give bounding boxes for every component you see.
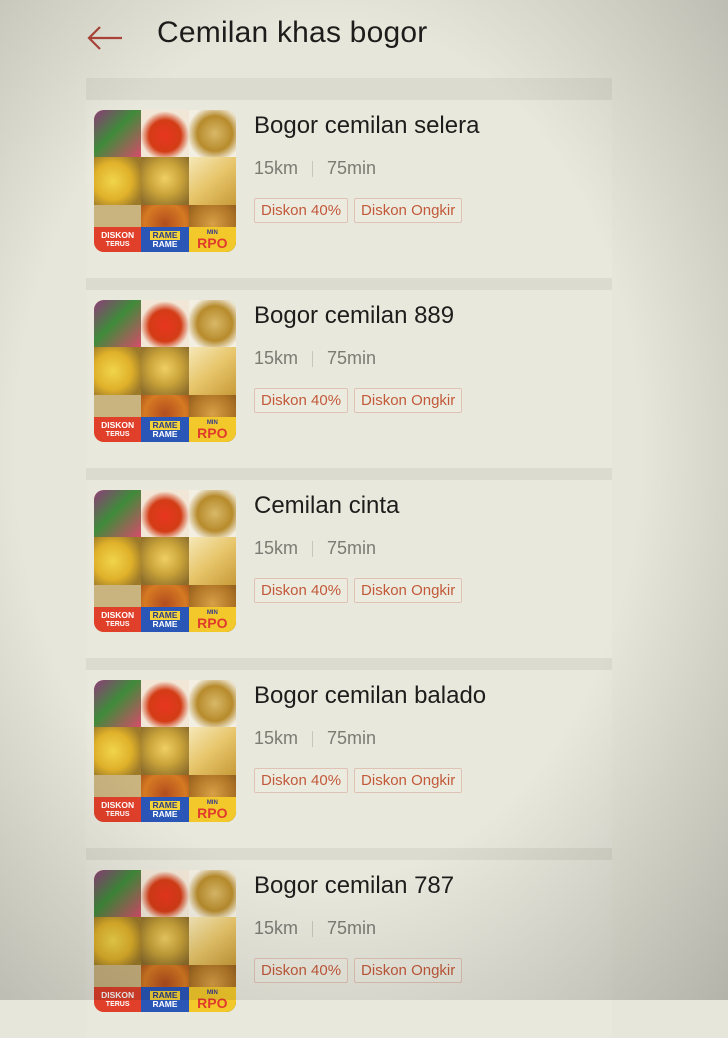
promo-tag-shipping: Diskon Ongkir [354,198,463,223]
promo-tag-discount: Diskon 40% [254,768,349,793]
shop-distance: 15km [254,158,299,178]
page-title: Cemilan khas bogor [157,16,428,49]
shop-distance: 15km [254,918,299,938]
shop-delivery-time: 75min [327,158,377,178]
shop-meta: 15km 75min [254,348,376,369]
shop-thumbnail: DISKON TERUS RAME RAME MIN RPO [94,870,236,1012]
meta-divider [312,920,314,937]
promo-tag-discount: Diskon 40% [254,198,349,223]
shop-thumbnail: DISKON TERUS RAME RAME MIN RPO [94,300,236,442]
promo-tag-shipping: Diskon Ongkir [354,578,463,603]
promo-tags: Diskon 40% Diskon Ongkir [254,198,463,223]
list-item[interactable]: DISKON TERUS RAME RAME MIN RPO Bogor cemila… [86,78,612,278]
shop-list: DISKON TERUS RAME RAME MIN RPO Bogor cemila… [86,78,612,1038]
meta-divider [312,350,314,367]
promo-tag-shipping: Diskon Ongkir [354,388,463,413]
promo-tags: Diskon 40% Diskon Ongkir [254,578,463,603]
shop-delivery-time: 75min [327,538,377,558]
promo-tag-shipping: Diskon Ongkir [354,958,463,983]
promo-tag-shipping: Diskon Ongkir [354,768,463,793]
shop-distance: 15km [254,728,299,748]
shop-meta: 15km 75min [254,728,376,749]
shop-distance: 15km [254,538,299,558]
promo-tags: Diskon 40% Diskon Ongkir [254,388,463,413]
shop-meta: 15km 75min [254,158,376,179]
app-header: Cemilan khas bogor [0,0,728,76]
shop-delivery-time: 75min [327,728,377,748]
arrow-left-icon [87,26,122,50]
shop-meta: 15km 75min [254,918,376,939]
shop-name: Bogor cemilan 787 [254,872,455,899]
shop-thumbnail: DISKON TERUS RAME RAME MIN RPO [94,490,236,632]
promo-tag-discount: Diskon 40% [254,578,349,603]
back-button[interactable] [84,18,126,58]
shop-name: Bogor cemilan balado [254,682,487,709]
shop-name: Bogor cemilan selera [254,112,480,139]
list-item[interactable]: DISKON TERUS RAME RAME MIN RPO Bogor cemila… [86,848,612,1038]
promo-tags: Diskon 40% Diskon Ongkir [254,768,463,793]
shop-name: Cemilan cinta [254,492,400,519]
shop-delivery-time: 75min [327,918,377,938]
shop-distance: 15km [254,348,299,368]
meta-divider [312,730,314,747]
shop-name: Bogor cemilan 889 [254,302,455,329]
shop-thumbnail: DISKON TERUS RAME RAME MIN RPO [94,110,236,252]
shop-delivery-time: 75min [327,348,377,368]
list-item[interactable]: DISKON TERUS RAME RAME MIN RPO Cemilan cint… [86,468,612,658]
shop-thumbnail: DISKON TERUS RAME RAME MIN RPO [94,680,236,822]
list-item[interactable]: DISKON TERUS RAME RAME MIN RPO Bogor cemila… [86,658,612,848]
promo-tag-discount: Diskon 40% [254,958,349,983]
meta-divider [312,540,314,557]
list-item[interactable]: DISKON TERUS RAME RAME MIN RPO Bogor cemila… [86,278,612,468]
meta-divider [312,160,314,177]
promo-tag-discount: Diskon 40% [254,388,349,413]
shop-meta: 15km 75min [254,538,376,559]
promo-tags: Diskon 40% Diskon Ongkir [254,958,463,983]
